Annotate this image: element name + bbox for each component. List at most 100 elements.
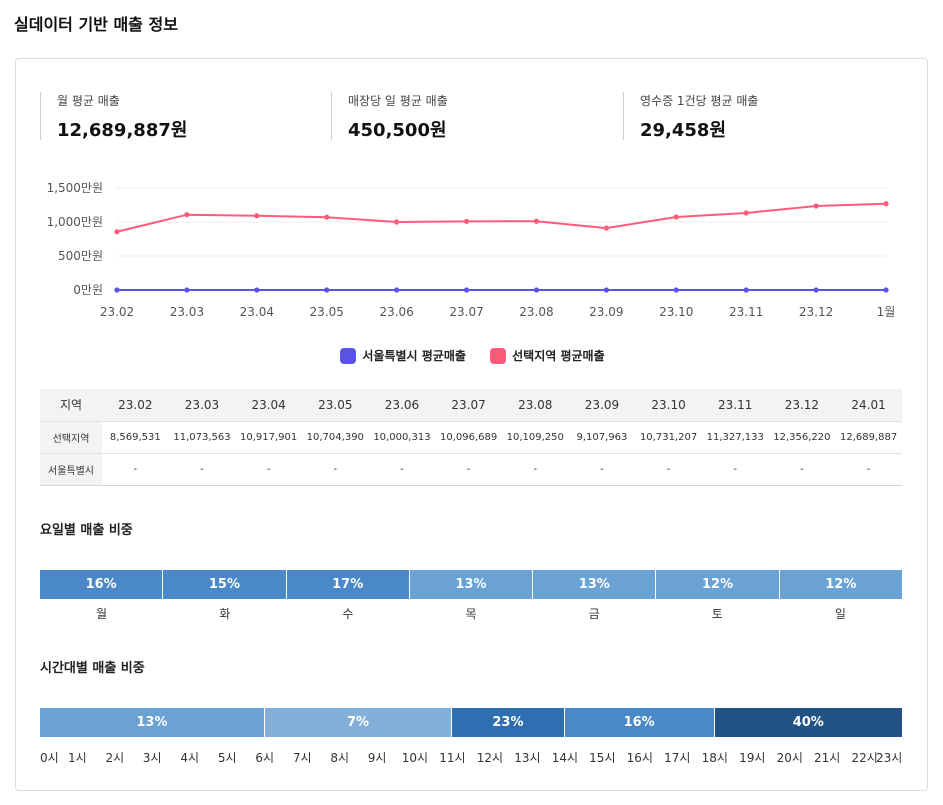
hour-label: 6시: [255, 751, 275, 765]
hourly-segment: 16%: [564, 708, 715, 737]
table-header-month: 23.09: [568, 389, 636, 422]
weekday-label: 목: [465, 607, 477, 621]
table-cell: -: [768, 453, 836, 486]
legend-swatch: [490, 347, 507, 364]
x-tick-label: 23.07: [449, 305, 483, 319]
data-point: [673, 214, 679, 220]
table-cell: 10,731,207: [635, 421, 702, 454]
table-header-month: 23.06: [368, 389, 436, 422]
data-point: [673, 287, 679, 293]
table-cell: -: [368, 453, 436, 486]
hour-label: 22시: [851, 751, 878, 765]
legend-label: 선택지역 평균매출: [512, 349, 605, 363]
weekday-segment: 17%: [286, 570, 410, 599]
table-cell: 11,327,133: [701, 421, 769, 454]
data-point: [813, 203, 819, 209]
data-point: [813, 287, 819, 293]
table-cell: 9,107,963: [568, 421, 636, 454]
table-cell: -: [235, 453, 302, 486]
table-header-region: 지역: [40, 389, 102, 422]
hour-label: 3시: [142, 751, 162, 765]
y-tick-label: 1,500만원: [47, 181, 103, 195]
sales-info-card: 월 평균 매출 12,689,887원 매장당 일 평균 매출 450,500원…: [15, 58, 928, 791]
hour-label: 10시: [401, 751, 429, 765]
hour-label: 21시: [814, 751, 841, 765]
table-header-month: 23.08: [501, 389, 569, 422]
table-header-row: 지역 23.02 23.03 23.04 23.05 23.06 23.07 23.08 23.…: [40, 389, 902, 422]
hour-label: 2시: [105, 751, 125, 765]
hour-label: 17시: [664, 751, 691, 765]
table-cell: 10,917,901: [235, 421, 302, 454]
hour-label: 0시: [40, 751, 59, 765]
hour-label: 23시: [876, 751, 903, 765]
weekday-segment: 13%: [533, 570, 657, 599]
x-tick-label: 23.02: [100, 305, 134, 319]
sales-table: 지역 23.02 23.03 23.04 23.05 23.06 23.07 23.08 23.…: [40, 389, 902, 486]
data-point: [533, 218, 540, 224]
data-point: [743, 287, 749, 293]
data-point: [394, 287, 400, 293]
table-header-month: 23.11: [701, 389, 769, 422]
weekday-section-title: 요일별 매출 비중: [40, 523, 133, 538]
table-header-month: 23.10: [635, 389, 702, 422]
data-point: [184, 212, 190, 218]
table-header-month: 23.05: [301, 389, 369, 422]
weekday-label: 월: [96, 607, 108, 621]
weekday-label: 금: [588, 607, 600, 621]
table-row: 서울특별시 - - - - - - - - - - - -: [40, 453, 902, 486]
x-tick-label: 23.10: [659, 305, 693, 319]
y-tick-label: 0만원: [73, 283, 103, 297]
table-cell: -: [701, 453, 769, 486]
weekday-label: 화: [219, 607, 231, 621]
hour-label: 14시: [551, 751, 578, 765]
x-tick-label: 23.03: [170, 305, 204, 319]
table-row-label: 서울특별시: [40, 453, 102, 486]
table-row: 선택지역 8,569,531 11,073,563 10,917,901 10,704,…: [40, 421, 902, 454]
table-cell: 8,569,531: [102, 421, 169, 454]
data-point: [114, 229, 120, 235]
hour-label: 16시: [626, 751, 653, 765]
table-header-month: 23.02: [102, 389, 169, 422]
data-point: [254, 287, 260, 293]
legend-swatch: [340, 347, 357, 364]
hour-label: 8시: [330, 751, 349, 765]
x-tick-label: 23.09: [589, 305, 623, 319]
table-cell: 10,109,250: [501, 421, 569, 454]
hour-labels: 0시 1시 2시 3시 4시 5시 6시 7시 8시 9시 10시 11시 12시 13시 14시 15시 16…: [40, 749, 902, 765]
hour-label: 19시: [739, 751, 766, 765]
weekday-labels: 월화수목금토일: [40, 605, 902, 622]
x-tick-label: 23.11: [729, 305, 763, 319]
data-point: [743, 210, 749, 216]
data-point: [463, 287, 470, 293]
weekday-label: 일: [834, 607, 846, 621]
hourly-section-title: 시간대별 매출 비중: [40, 661, 145, 676]
hour-label: 9시: [367, 751, 387, 765]
data-point: [324, 214, 330, 220]
data-point: [883, 201, 889, 207]
hour-label: 12시: [476, 751, 504, 765]
hourly-segment: 23%: [452, 708, 565, 737]
legend-item-selected-region[interactable]: 선택지역 평균매출: [490, 347, 605, 364]
x-tick-label: 23.06: [379, 305, 413, 319]
hour-label: 4시: [180, 751, 200, 765]
weekday-share-bar: 16% 15% 17% 13% 13% 12% 12%: [40, 570, 902, 599]
weekday-segment: 13%: [409, 570, 534, 599]
table-row-label: 선택지역: [40, 421, 102, 454]
weekday-segment: 12%: [656, 570, 780, 599]
data-point: [184, 287, 190, 293]
hour-label: 11시: [439, 751, 466, 765]
data-point: [883, 287, 889, 293]
x-tick-label: 23.08: [519, 305, 553, 319]
data-point: [463, 218, 470, 224]
table-header-month: 24.01: [835, 389, 902, 422]
legend-item-seoul[interactable]: 서울특별시 평균매출: [340, 347, 466, 364]
y-tick-label: 1,000만원: [47, 215, 103, 229]
hour-label: 1시: [67, 751, 87, 765]
hour-label: 15시: [589, 751, 616, 765]
data-point: [533, 287, 540, 293]
data-point: [603, 287, 609, 293]
hourly-share-bar: 13% 7% 23% 16% 40%: [40, 708, 902, 737]
table-cell: -: [635, 453, 702, 486]
data-point: [324, 287, 330, 293]
weekday-segment: 15%: [163, 570, 287, 599]
